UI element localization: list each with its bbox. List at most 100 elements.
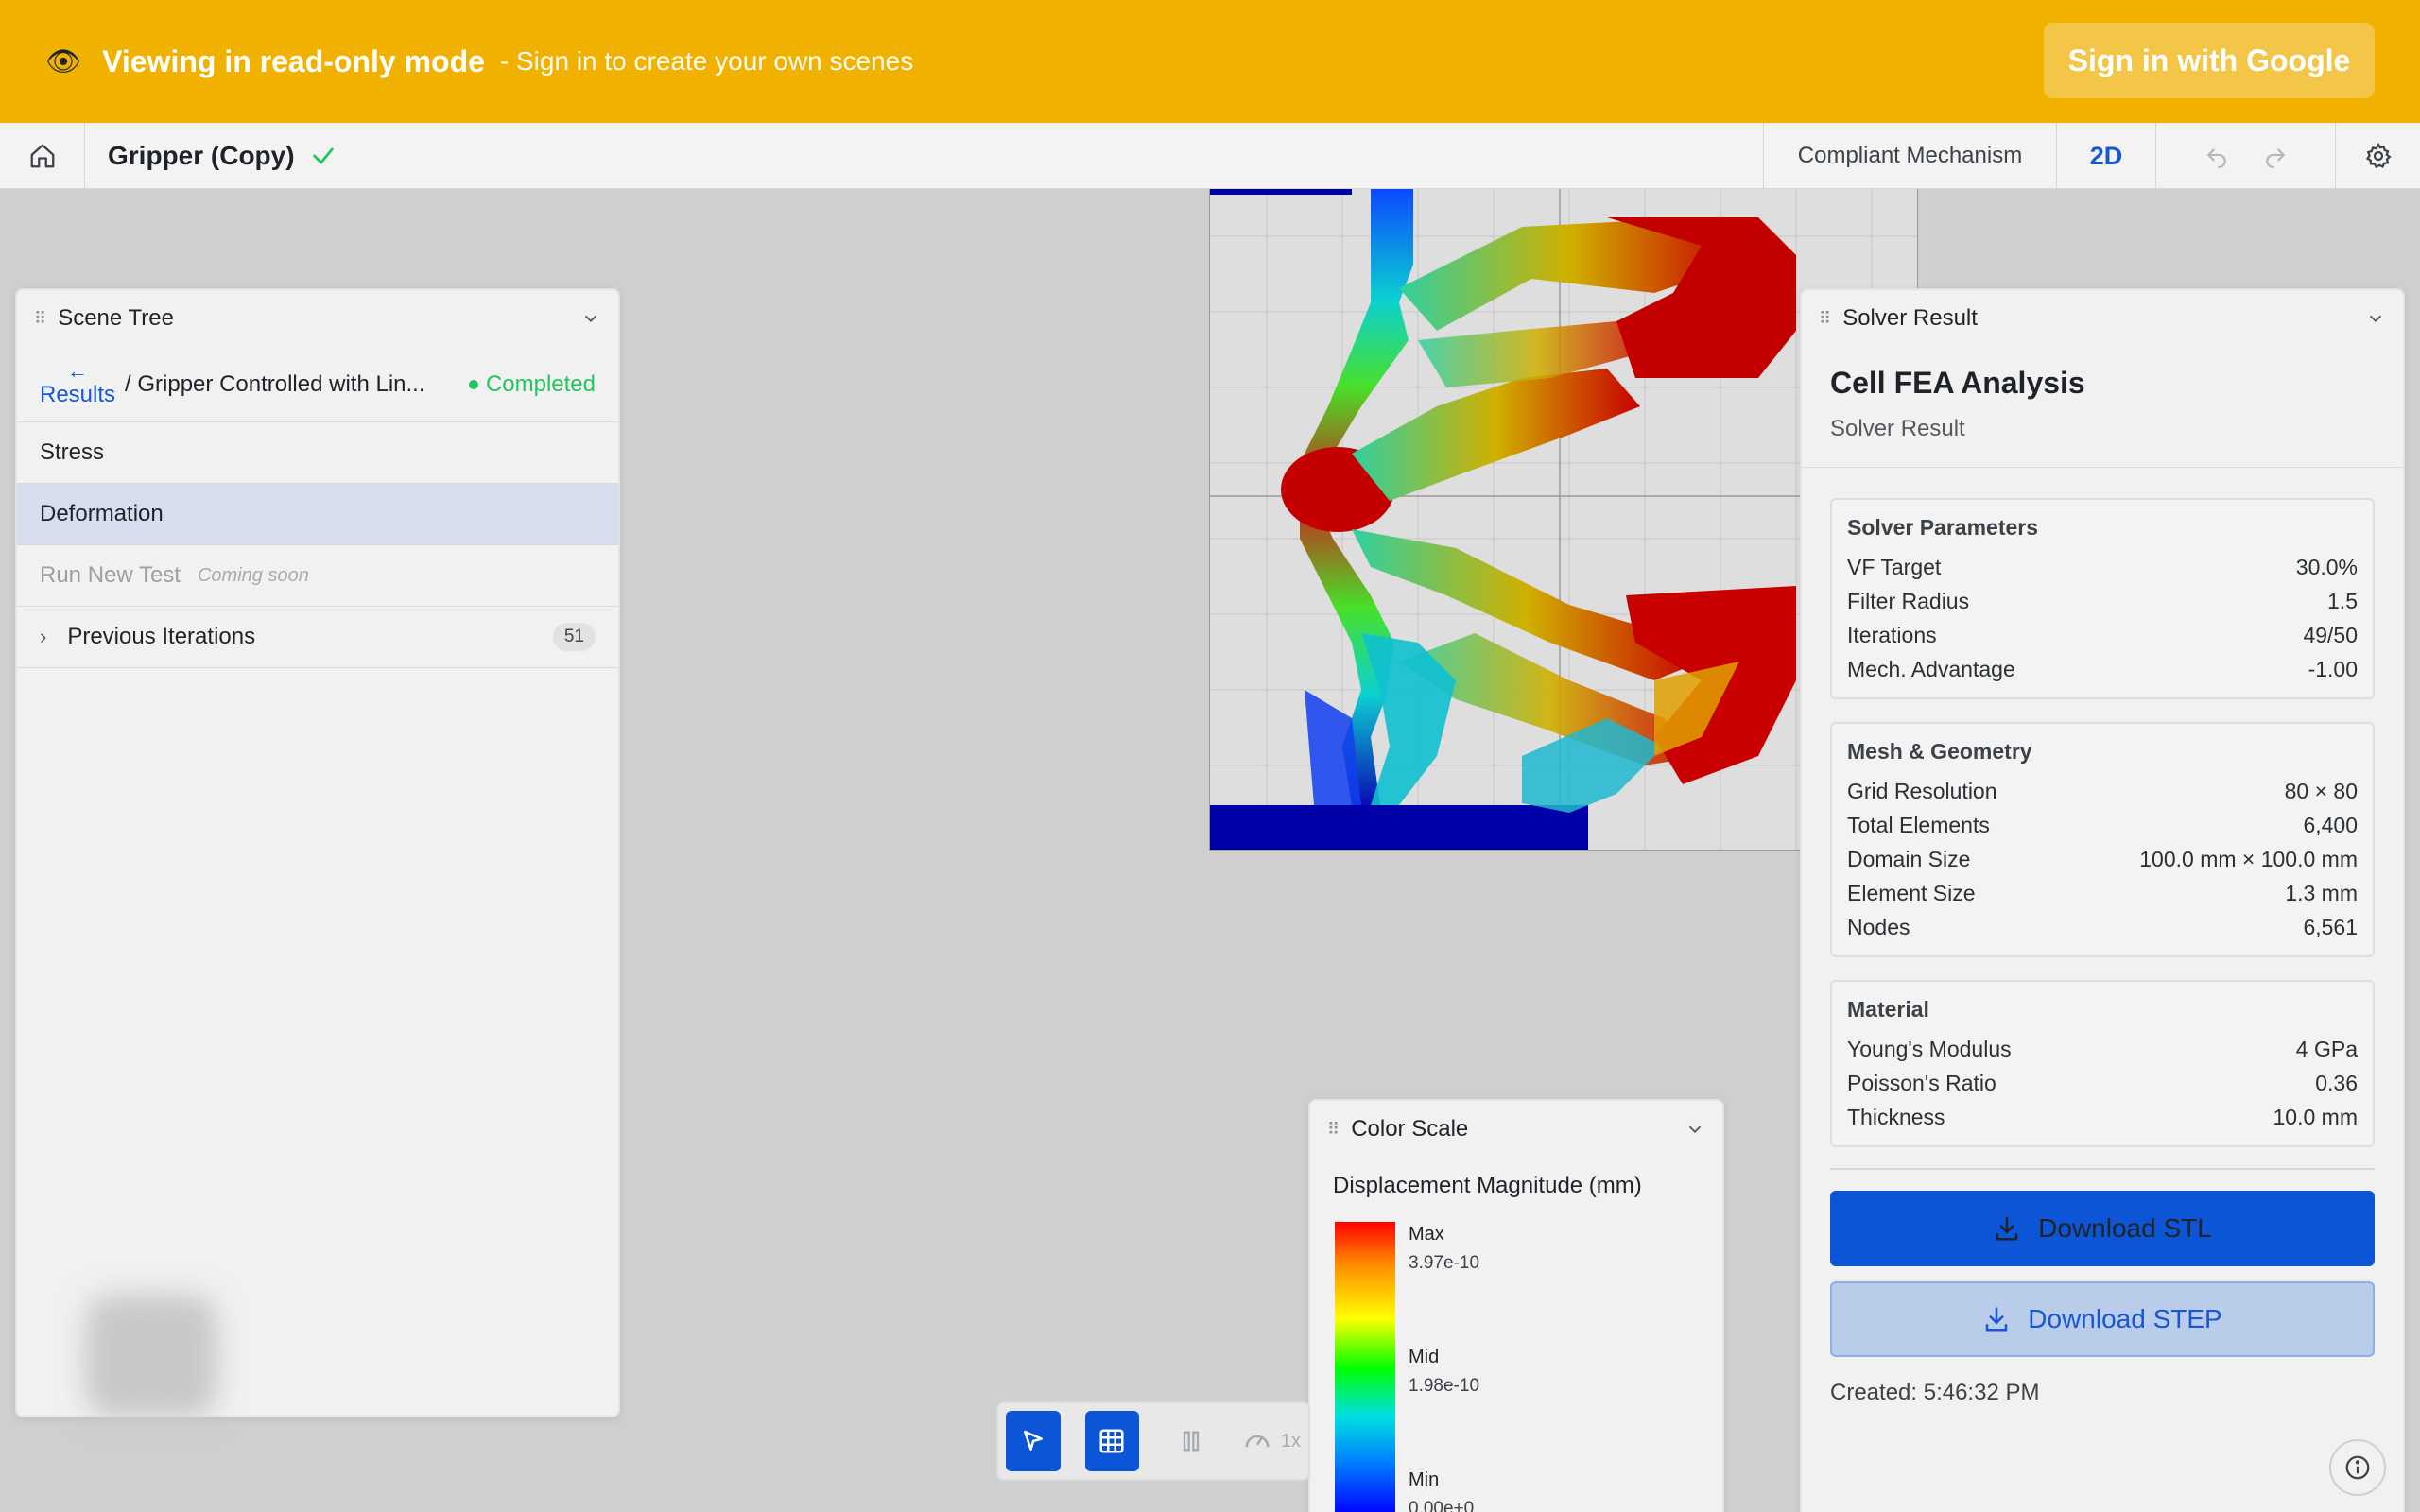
- solver-parameters-card: Solver Parameters VF Target 30.0% Filter …: [1830, 498, 2375, 699]
- kv-value: 6,561: [2303, 914, 2358, 939]
- download-icon: [1996, 1216, 2018, 1241]
- undo-icon[interactable]: [2204, 144, 2229, 168]
- scale-mid-label: Mid: [1409, 1347, 1440, 1367]
- kv-row: Thickness 10.0 mm: [1847, 1100, 2358, 1134]
- tree-item-previous-iterations[interactable]: › Previous Iterations 51: [17, 607, 618, 668]
- tree-item-stress[interactable]: Stress: [17, 422, 618, 484]
- info-icon: [2345, 1455, 2370, 1480]
- status-text: Completed: [485, 370, 596, 397]
- color-scale-title: Color Scale: [1351, 1116, 1469, 1142]
- download-step-label: Download STEP: [2028, 1304, 2222, 1333]
- kv-value: 30.0%: [2295, 554, 2358, 579]
- kv-row: Poisson's Ratio 0.36: [1847, 1066, 2358, 1100]
- chevron-down-icon[interactable]: [2365, 308, 2386, 329]
- drag-handle-icon[interactable]: ⠿: [34, 309, 46, 329]
- kv-value: 80 × 80: [2284, 778, 2358, 803]
- grid-icon: [1099, 1429, 1124, 1453]
- chevron-down-icon[interactable]: [580, 308, 601, 329]
- sign-in-google-button[interactable]: Sign in with Google: [2044, 23, 2375, 98]
- kv-row: Domain Size 100.0 mm × 100.0 mm: [1847, 842, 2358, 876]
- kv-key: Poisson's Ratio: [1847, 1070, 1996, 1095]
- scale-mid-value: 1.98e-10: [1409, 1376, 1480, 1396]
- scale-max-label: Max: [1409, 1224, 1444, 1245]
- scale-max-value: 3.97e-10: [1409, 1253, 1480, 1273]
- back-to-results-link[interactable]: ← Results: [40, 358, 115, 408]
- redo-icon[interactable]: [2263, 144, 2288, 168]
- select-tool-button[interactable]: [1006, 1411, 1061, 1471]
- pause-icon: [1183, 1431, 1200, 1452]
- iterations-count-badge: 51: [552, 623, 596, 651]
- kv-key: Iterations: [1847, 622, 1937, 647]
- mesh-geometry-card: Mesh & Geometry Grid Resolution 80 × 80 T…: [1830, 722, 2375, 957]
- speedometer-icon: [1245, 1435, 1270, 1448]
- scene-title: Gripper (Copy): [85, 141, 337, 171]
- tree-item-deformation[interactable]: Deformation: [17, 484, 618, 545]
- created-timestamp: Created: 5:46:32 PM: [1830, 1380, 2040, 1405]
- grid-toggle-button[interactable]: [1084, 1411, 1140, 1471]
- kv-key: Young's Modulus: [1847, 1036, 2012, 1061]
- kv-key: Mech. Advantage: [1847, 656, 2015, 681]
- banner-subtitle: - Sign in to create your own scenes: [499, 46, 914, 76]
- kv-row: Total Elements 6,400: [1847, 808, 2358, 842]
- download-stl-button[interactable]: Download STL: [1830, 1191, 2375, 1266]
- kv-key: Total Elements: [1847, 812, 1990, 837]
- info-button[interactable]: [2329, 1439, 2386, 1496]
- tree-item-label: Deformation: [40, 501, 164, 526]
- card-title: Mesh & Geometry: [1847, 739, 2032, 764]
- material-card: Material Young's Modulus 4 GPa Poisson's …: [1830, 980, 2375, 1147]
- download-step-button[interactable]: Download STEP: [1830, 1281, 2375, 1357]
- view-2d-toggle[interactable]: 2D: [2056, 123, 2155, 189]
- settings-button[interactable]: [2335, 123, 2420, 189]
- kv-value: 0.36: [2315, 1070, 2358, 1095]
- analysis-subheading: Solver Result: [1830, 416, 1965, 441]
- chevron-right-icon[interactable]: ›: [40, 625, 46, 649]
- pause-button[interactable]: [1164, 1411, 1219, 1471]
- read-only-banner: 👁 Viewing in read-only mode - Sign in to…: [0, 0, 2420, 123]
- scale-min-label: Min: [1409, 1469, 1440, 1490]
- color-scale-label: Displacement Magnitude (mm): [1333, 1173, 1642, 1198]
- color-gradient-bar: [1335, 1222, 1395, 1512]
- home-button[interactable]: [0, 122, 85, 189]
- home-icon: [30, 144, 54, 167]
- history-controls: [2155, 123, 2335, 189]
- download-icon: [1986, 1307, 2008, 1332]
- scene-tree-title: Scene Tree: [58, 305, 174, 331]
- kv-key: VF Target: [1847, 554, 1942, 579]
- kv-key: Filter Radius: [1847, 588, 1970, 613]
- scale-max: Max 3.97e-10: [1409, 1224, 1479, 1274]
- kv-key: Thickness: [1847, 1104, 1945, 1129]
- kv-value: -1.00: [2308, 656, 2358, 681]
- gear-icon: [2365, 142, 2392, 169]
- card-title: Material: [1847, 997, 1929, 1022]
- kv-value: 4 GPa: [2295, 1036, 2358, 1061]
- scale-min-value: 0.00e+0: [1409, 1499, 1475, 1512]
- breadcrumb-path: / Gripper Controlled with Lin...: [125, 370, 425, 397]
- analysis-heading: Cell FEA Analysis: [1830, 366, 2085, 400]
- chevron-down-icon[interactable]: [1685, 1119, 1705, 1140]
- scene-title-text: Gripper (Copy): [108, 140, 295, 170]
- eye-icon: 👁: [45, 45, 82, 77]
- top-toolbar: Gripper (Copy) Compliant Mechanism 2D: [0, 122, 2420, 189]
- arrow-left-icon: ←: [67, 358, 89, 383]
- playback-speed-control[interactable]: 1x: [1243, 1427, 1301, 1455]
- drag-handle-icon[interactable]: ⠿: [1819, 309, 1831, 329]
- drag-handle-icon[interactable]: ⠿: [1327, 1120, 1340, 1140]
- kv-value: 1.3 mm: [2285, 880, 2358, 905]
- playback-speed-value: 1x: [1280, 1430, 1301, 1452]
- kv-row: Young's Modulus 4 GPa: [1847, 1032, 2358, 1066]
- kv-value: 49/50: [2303, 622, 2358, 647]
- kv-row: Iterations 49/50: [1847, 618, 2358, 652]
- card-title: Solver Parameters: [1847, 515, 2039, 540]
- coming-soon-note: Coming soon: [197, 564, 309, 586]
- kv-value: 100.0 mm × 100.0 mm: [2139, 846, 2358, 871]
- kv-row: Element Size 1.3 mm: [1847, 876, 2358, 910]
- kv-value: 1.5: [2327, 588, 2358, 613]
- kv-row: Filter Radius 1.5: [1847, 584, 2358, 618]
- scene-tree-panel: ⠿ Scene Tree ← Results / Gripper Control…: [15, 288, 620, 1418]
- mode-selector[interactable]: Compliant Mechanism: [1763, 123, 2056, 189]
- saved-check-icon: [312, 147, 334, 163]
- tree-item-label: Run New Test: [40, 562, 181, 588]
- color-scale-panel: ⠿ Color Scale Displacement Magnitude (mm…: [1308, 1099, 1724, 1512]
- breadcrumb: ← Results / Gripper Controlled with Lin.…: [17, 347, 618, 422]
- kv-row: VF Target 30.0%: [1847, 550, 2358, 584]
